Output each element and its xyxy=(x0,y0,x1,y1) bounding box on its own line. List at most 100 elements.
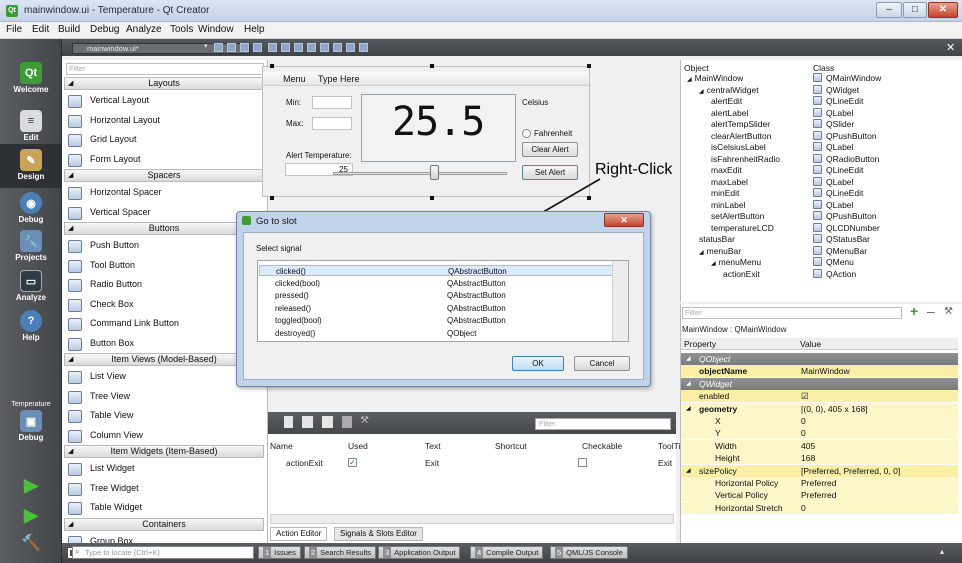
output-pane-compile-output[interactable]: 4 Compile Output xyxy=(470,546,544,559)
object-row[interactable]: ◢ centralWidget xyxy=(699,85,759,95)
property-value[interactable]: Preferred xyxy=(801,489,836,501)
object-row[interactable]: ◢ MainWindow xyxy=(687,73,743,83)
menu-tools[interactable]: Tools xyxy=(170,24,193,35)
locator-input[interactable]: Type to locate (Ctrl+K) xyxy=(72,546,254,559)
kit-selector[interactable]: Temperature ▣ Debug xyxy=(0,399,62,442)
ok-button[interactable]: OK xyxy=(512,356,564,371)
category-buttons[interactable]: ◢ Buttons xyxy=(64,222,264,235)
expand-arrow-icon[interactable]: ◢ xyxy=(68,170,73,181)
object-row[interactable]: isCelsiusLabel xyxy=(711,142,766,152)
cancel-button[interactable]: Cancel xyxy=(574,356,630,371)
configure-wrench-icon[interactable]: ⚒ xyxy=(360,415,369,426)
object-row[interactable]: actionExit xyxy=(723,269,760,279)
expand-arrow-icon[interactable]: ◢ xyxy=(68,354,73,365)
object-row[interactable]: maxLabel xyxy=(711,177,748,187)
object-row[interactable]: alertEdit xyxy=(711,96,742,106)
menu-edit[interactable]: Edit xyxy=(32,24,49,35)
edit-signals-icon[interactable] xyxy=(227,43,236,52)
object-row[interactable]: setAlertButton xyxy=(711,211,764,221)
action-name[interactable]: actionExit xyxy=(286,458,323,468)
delete-action-icon[interactable] xyxy=(342,416,352,428)
chevron-down-icon[interactable]: ▾ xyxy=(204,42,208,50)
resize-handle[interactable] xyxy=(270,64,274,68)
signal-list[interactable]: clicked() QAbstractButton clicked(bool) QAb… xyxy=(257,260,629,342)
property-row[interactable]: X0 xyxy=(681,415,958,427)
edit-tab-order-icon[interactable] xyxy=(253,43,262,52)
property-row[interactable]: ◢ sizePolicy [Preferred, Preferred, 0, 0] xyxy=(681,464,958,477)
layout-form-icon[interactable] xyxy=(333,43,342,52)
debug-run-button[interactable]: ▶ xyxy=(0,499,62,529)
property-row[interactable]: Horizontal Stretch 0 xyxy=(681,501,958,514)
signal-row[interactable]: clicked(bool) QAbstractButton xyxy=(259,278,614,289)
layout-vertical-icon[interactable] xyxy=(281,43,290,52)
layout-split-h-icon[interactable] xyxy=(294,43,303,52)
category-spacers[interactable]: ◢ Spacers xyxy=(64,169,264,182)
output-pane-application-output[interactable]: 3 Application Output xyxy=(378,546,461,559)
expand-arrow-icon[interactable]: ◢ xyxy=(686,353,691,365)
copy-action-icon[interactable] xyxy=(302,416,313,428)
output-pane-search-results[interactable]: 2 Search Results xyxy=(304,546,377,559)
remove-property-icon[interactable]: – xyxy=(927,304,935,318)
mode-help[interactable]: ? Help xyxy=(0,305,62,349)
layout-horizontal-icon[interactable] xyxy=(268,43,277,52)
form-menu-item[interactable]: Menu xyxy=(283,74,306,84)
expand-arrow-icon[interactable]: ◢ xyxy=(699,250,704,256)
layout-split-v-icon[interactable] xyxy=(307,43,316,52)
category-containers[interactable]: ◢ Containers xyxy=(64,517,264,531)
resize-handle[interactable] xyxy=(270,196,274,200)
property-value[interactable]: 168 xyxy=(801,452,815,464)
output-pane-issues[interactable]: 1 Issues xyxy=(258,546,301,559)
menu-analyze[interactable]: Analyze xyxy=(126,24,162,35)
header-value[interactable]: Value xyxy=(800,338,821,350)
action-filter-input[interactable]: Filter xyxy=(535,418,671,430)
category-layouts[interactable]: ◢ Layouts xyxy=(64,77,264,90)
object-row[interactable]: clearAlertButton xyxy=(711,131,771,141)
property-row[interactable]: Vertical Policy Preferred xyxy=(681,489,958,502)
signal-row[interactable]: toggled(bool) QAbstractButton xyxy=(259,315,614,326)
expand-arrow-icon[interactable]: ◢ xyxy=(68,78,73,89)
expand-arrow-icon[interactable]: ◢ xyxy=(687,77,692,83)
signal-row[interactable]: destroyed() QObject xyxy=(259,328,614,339)
run-button[interactable]: ▶ xyxy=(0,469,62,499)
header-property[interactable]: Property xyxy=(684,338,716,350)
object-row[interactable]: ◢ menuBar xyxy=(699,246,741,256)
object-row[interactable]: ◢ menuMenu xyxy=(711,257,761,267)
resize-handle[interactable] xyxy=(430,64,434,68)
menu-build[interactable]: Build xyxy=(58,24,80,35)
property-row[interactable]: ◢ QObject xyxy=(681,353,958,365)
object-row[interactable]: maxEdit xyxy=(711,165,742,175)
resize-handle[interactable] xyxy=(587,64,591,68)
clear-alert-button[interactable]: Clear Alert xyxy=(522,142,578,157)
mode-design[interactable]: ✎ Design xyxy=(0,144,62,188)
expand-arrow-icon[interactable]: ◢ xyxy=(68,446,73,457)
header-name[interactable]: Name xyxy=(270,441,293,451)
property-row[interactable]: ◢ QWidget xyxy=(681,377,958,390)
signal-row[interactable]: released() QAbstractButton xyxy=(259,303,614,314)
expand-arrow-icon[interactable]: ◢ xyxy=(686,465,691,477)
tab-action-editor[interactable]: Action Editor xyxy=(270,527,328,541)
object-row[interactable]: statusBar xyxy=(699,234,735,244)
slider-handle[interactable] xyxy=(429,165,439,180)
menu-debug[interactable]: Debug xyxy=(90,24,119,35)
resize-handle[interactable] xyxy=(430,196,434,200)
signal-row[interactable]: clicked() QAbstractButton xyxy=(259,265,614,276)
object-row[interactable]: alertLabel xyxy=(711,108,748,118)
expand-arrow-icon[interactable]: ◢ xyxy=(68,223,73,234)
widget-filter-input[interactable]: Filter xyxy=(66,63,264,75)
fahrenheit-radio[interactable] xyxy=(522,129,531,138)
add-dynamic-property-icon[interactable]: + xyxy=(910,304,924,318)
object-row[interactable]: minEdit xyxy=(711,188,739,198)
header-tooltip[interactable]: ToolTi xyxy=(658,441,680,451)
edit-buddies-icon[interactable] xyxy=(240,43,249,52)
property-row[interactable]: enabled ☑ xyxy=(681,390,958,403)
property-value[interactable]: [(0, 0), 405 x 168] xyxy=(801,403,868,415)
min-edit[interactable] xyxy=(312,96,352,109)
property-value[interactable]: 405 xyxy=(801,440,815,452)
object-row[interactable]: alertTempSlider xyxy=(711,119,770,129)
chevron-up-icon[interactable]: ▴ xyxy=(940,547,944,556)
object-row[interactable]: temperatureLCD xyxy=(711,223,774,233)
configure-wrench-icon[interactable]: ⚒ xyxy=(944,306,956,317)
layout-grid-icon[interactable] xyxy=(320,43,329,52)
action-used-checkbox[interactable]: ✓ xyxy=(348,458,357,467)
minimize-button[interactable]: – xyxy=(876,2,902,18)
